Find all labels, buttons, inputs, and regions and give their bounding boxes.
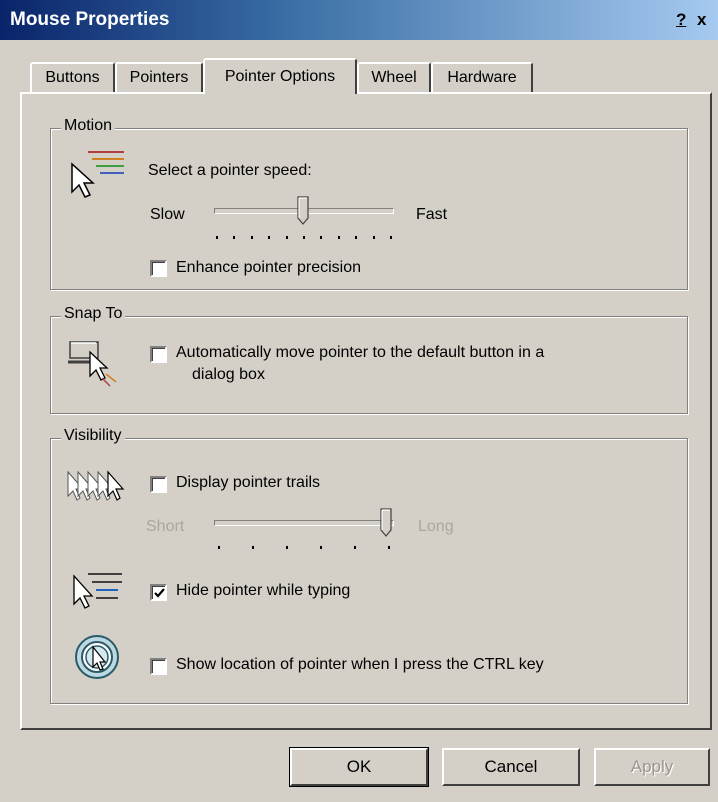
auto-move-label-line2[interactable]: dialog box [192,366,265,384]
slider-tick [354,546,356,549]
slider-tick [216,236,218,239]
slider-tick [388,546,390,549]
ok-button[interactable]: OK [289,747,429,787]
snap-to-icon [66,336,122,397]
show-location-checkbox[interactable] [150,658,167,675]
pointer-trails-checkbox[interactable] [150,476,167,493]
speed-slider-ticks [216,236,392,240]
slow-label: Slow [150,206,185,223]
show-location-icon [74,634,120,685]
hide-pointer-checkbox[interactable] [150,584,167,601]
slider-tick [268,236,271,239]
slider-tick [320,236,323,239]
slider-tick [355,236,358,239]
pointer-trails-icon [64,462,128,515]
hide-pointer-label[interactable]: Hide pointer while typing [176,582,350,600]
auto-move-label-line1[interactable]: Automatically move pointer to the defaul… [176,344,544,362]
tab-pointer-options[interactable]: Pointer Options [203,58,357,94]
trail-slider-thumb[interactable] [380,508,392,537]
slider-tick [250,236,253,239]
slider-tick [286,546,288,549]
speed-prompt: Select a pointer speed: [148,162,312,179]
tab-wheel[interactable]: Wheel [357,62,431,92]
motion-legend: Motion [61,117,116,135]
hide-pointer-icon [68,566,124,619]
enhance-precision-checkbox[interactable] [150,260,167,277]
slider-tick [372,236,375,239]
slider-tick [285,236,288,239]
slider-tick [252,546,254,549]
tab-buttons[interactable]: Buttons [30,62,115,92]
window-title: Mouse Properties [10,9,170,30]
snap-to-group: Snap To [50,305,688,414]
slider-tick [320,546,322,549]
slider-tick [218,546,220,549]
trail-slider-ticks [218,546,390,550]
show-location-label[interactable]: Show location of pointer when I press th… [176,656,544,674]
close-button[interactable]: x [697,10,706,30]
slider-tick [390,236,392,239]
speed-slider-thumb[interactable] [297,196,309,225]
snap-to-legend: Snap To [61,305,126,323]
title-bar[interactable]: Mouse Properties ? x [0,0,718,40]
tab-pointers[interactable]: Pointers [115,62,203,92]
slider-tick [337,236,340,239]
pointer-speed-icon [66,146,126,203]
slider-tick [303,236,305,239]
pointer-trails-label[interactable]: Display pointer trails [176,474,320,492]
auto-move-checkbox[interactable] [150,346,167,363]
long-label: Long [418,518,454,535]
tab-hardware[interactable]: Hardware [431,62,533,92]
fast-label: Fast [416,206,448,223]
visibility-legend: Visibility [61,427,125,445]
enhance-precision-label[interactable]: Enhance pointer precision [176,259,361,277]
cancel-button[interactable]: Cancel [442,748,580,786]
tab-panel: Motion Select a pointer speed: Slow Fast… [20,92,712,730]
trail-slider-track [214,520,394,526]
short-label: Short [146,518,185,535]
apply-button[interactable]: Apply [594,748,710,786]
slider-tick [233,236,236,239]
help-button[interactable]: ? [676,10,686,30]
